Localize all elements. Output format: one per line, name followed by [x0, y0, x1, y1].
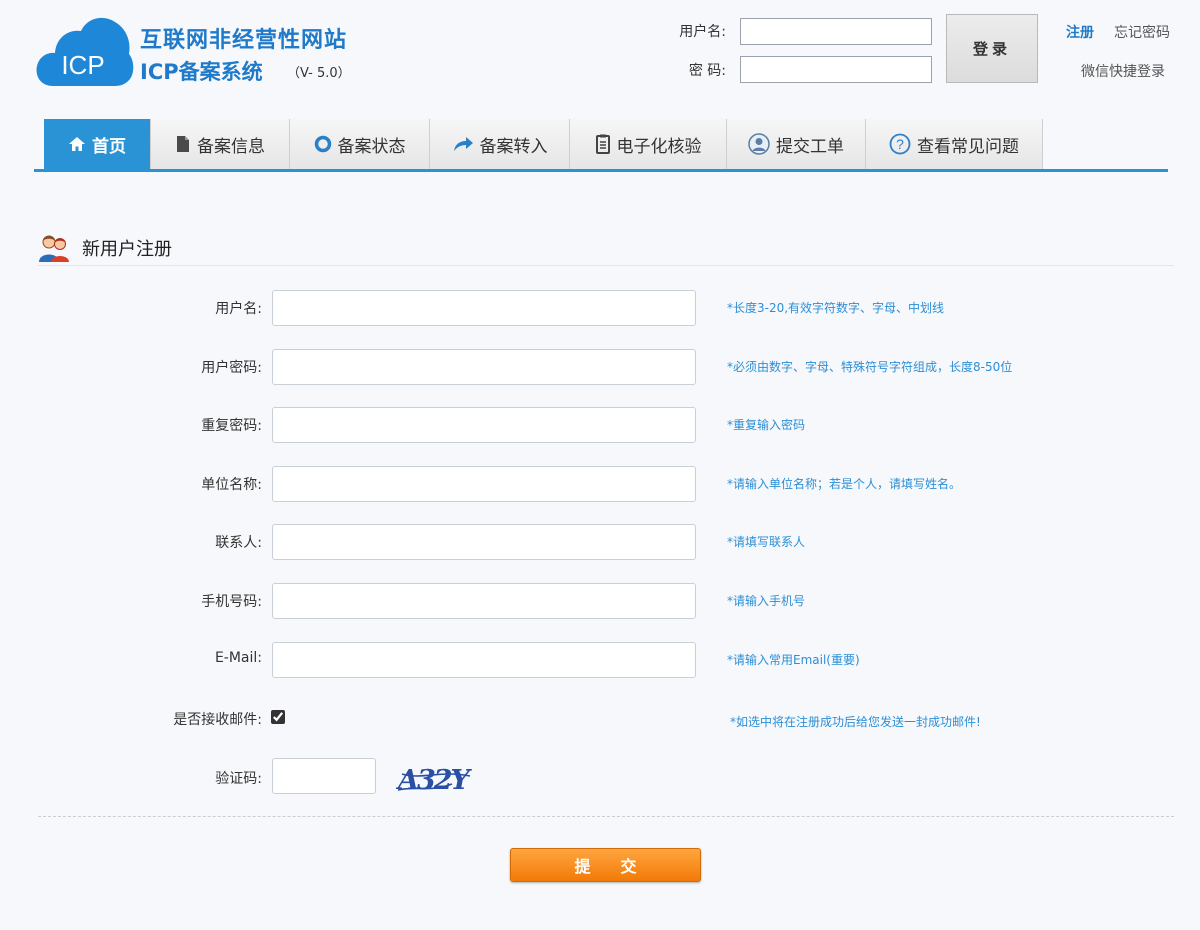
main-nav: 首页 备案信息 备案状态 备案转入 电子化核验 提交工单 ? 查看常见问题 [34, 119, 1168, 172]
username-input[interactable] [272, 290, 696, 326]
captcha-text: A32Y [396, 765, 473, 796]
logo-text: ICP [61, 50, 104, 80]
organization-label: 单位名称: [201, 477, 262, 493]
section-heading: 新用户注册 [38, 232, 172, 264]
tab-submit-ticket[interactable]: 提交工单 [727, 119, 866, 169]
login-username-input[interactable] [740, 18, 932, 45]
version-label: （V- 5.0） [287, 66, 351, 81]
login-password-input[interactable] [740, 56, 932, 83]
captcha-input[interactable] [272, 758, 376, 794]
login-password-label: 密 码: [688, 63, 726, 79]
submit-button[interactable]: 提交 [510, 848, 701, 882]
tab-filing-info[interactable]: 备案信息 [151, 119, 290, 169]
email-input[interactable] [272, 642, 696, 678]
contact-input[interactable] [272, 524, 696, 560]
icp-logo: ICP [36, 17, 134, 86]
email-label: E-Mail: [214, 650, 262, 666]
confirm-password-input[interactable] [272, 407, 696, 443]
forgot-password-link[interactable]: 忘记密码 [1114, 22, 1170, 42]
contact-label: 联系人: [215, 535, 262, 551]
receive-email-hint: *如选中将在注册成功后给您发送一封成功邮件! [730, 715, 981, 729]
clipboard-icon [595, 134, 610, 154]
tab-faq[interactable]: ? 查看常见问题 [866, 119, 1043, 169]
tab-filing-transfer[interactable]: 备案转入 [430, 119, 570, 169]
tab-label: 电子化核验 [616, 136, 702, 157]
users-icon [39, 235, 69, 262]
contact-hint: *请填写联系人 [727, 535, 806, 549]
password-label: 用户密码: [201, 360, 262, 376]
tab-label: 备案状态 [337, 136, 406, 157]
home-icon [69, 137, 85, 151]
divider [38, 816, 1174, 817]
username-hint: *长度3-20,有效字符数字、字母、中划线 [727, 301, 945, 315]
site-subtitle: ICP备案系统 [140, 60, 263, 84]
receive-email-checkbox[interactable] [271, 710, 285, 724]
login-button[interactable]: 登录 [946, 14, 1038, 83]
tab-label: 首页 [92, 136, 126, 157]
receive-email-label: 是否接收邮件: [173, 712, 262, 728]
password-input[interactable] [272, 349, 696, 385]
organization-hint: *请输入单位名称；若是个人，请填写姓名。 [727, 477, 962, 491]
ring-icon [314, 135, 331, 153]
tab-filing-status[interactable]: 备案状态 [290, 119, 430, 169]
organization-input[interactable] [272, 466, 696, 502]
username-label: 用户名: [215, 301, 262, 317]
tab-label: 提交工单 [776, 136, 844, 157]
site-title: 互联网非经营性网站 [140, 28, 348, 53]
captcha-label: 验证码: [215, 771, 262, 787]
login-username-label: 用户名: [679, 24, 726, 40]
tab-home[interactable]: 首页 [44, 119, 151, 169]
tab-label: 备案转入 [479, 136, 548, 157]
captcha-image[interactable]: A32Y [396, 760, 476, 798]
confirm-password-label: 重复密码: [201, 418, 262, 434]
tab-label: 备案信息 [197, 136, 265, 157]
mobile-input[interactable] [272, 583, 696, 619]
password-hint: *必须由数字、字母、特殊符号字符组成，长度8-50位 [727, 360, 1013, 374]
register-link[interactable]: 注册 [1066, 22, 1094, 42]
document-icon [177, 136, 189, 152]
wechat-login-link[interactable]: 微信快捷登录 [1081, 61, 1165, 81]
tab-electronic-verification[interactable]: 电子化核验 [570, 119, 727, 169]
email-hint: *请输入常用Email(重要) [727, 653, 860, 667]
confirm-password-hint: *重复输入密码 [727, 418, 806, 432]
user-icon [748, 133, 770, 155]
tab-label: 查看常见问题 [917, 136, 1019, 157]
question-icon: ? [889, 133, 911, 155]
svg-text:?: ? [896, 136, 904, 152]
section-title: 新用户注册 [82, 239, 172, 260]
divider [38, 265, 1174, 266]
arrow-right-icon [453, 137, 473, 151]
mobile-label: 手机号码: [201, 594, 262, 610]
mobile-hint: *请输入手机号 [727, 594, 806, 608]
